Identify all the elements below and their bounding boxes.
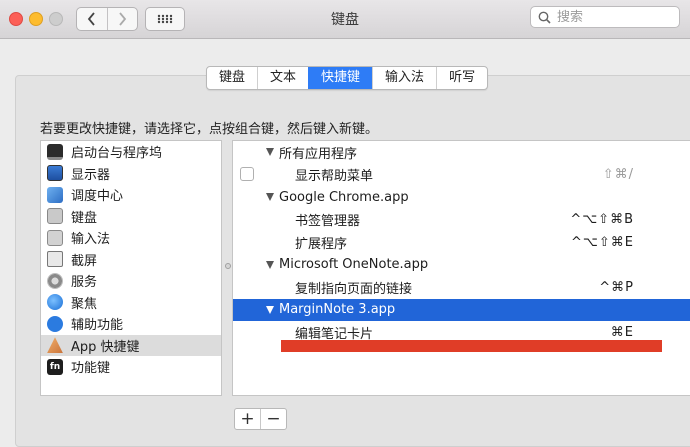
- shortcut-row[interactable]: 复制指向页面的链接 ^⌘P: [233, 276, 690, 299]
- category-item[interactable]: 聚焦: [41, 292, 221, 314]
- display-icon: [47, 165, 63, 182]
- category-label: 调度中心: [71, 189, 124, 205]
- title-bar: 键盘: [0, 0, 690, 39]
- category-item[interactable]: 辅助功能: [41, 313, 221, 335]
- disclosure-triangle-icon[interactable]: [266, 148, 274, 156]
- category-item[interactable]: App 快捷键: [41, 334, 221, 356]
- shortcut-checkbox[interactable]: [240, 166, 254, 181]
- add-shortcut-button[interactable]: +: [235, 409, 260, 429]
- category-label: 辅助功能: [71, 318, 124, 334]
- tab-3[interactable]: 输入法: [372, 67, 436, 89]
- search-icon: [538, 11, 551, 24]
- accessibility-icon: [47, 315, 63, 332]
- key-combo[interactable]: ^⌥⇧⌘B: [570, 212, 634, 227]
- tab-0[interactable]: 键盘: [207, 67, 257, 89]
- shortcut-label: 编辑笔记卡片: [295, 326, 374, 342]
- app-group-row[interactable]: 所有应用程序: [233, 141, 690, 164]
- instruction-text: 若要更改快捷键，请选择它，点按组合键，然后键入新键。: [40, 122, 379, 137]
- search-box[interactable]: [530, 6, 680, 28]
- shortcut-list[interactable]: 所有应用程序显示帮助菜单 ⇧⌘/ Google Chrome.app 书签管理器 ^⌥⇧…: [232, 140, 690, 396]
- app-group-row[interactable]: Google Chrome.app: [233, 186, 690, 209]
- input-source-icon: [47, 229, 63, 246]
- key-combo[interactable]: ⌘E: [611, 325, 634, 340]
- disclosure-triangle-icon[interactable]: [266, 193, 274, 201]
- spotlight-icon: [47, 294, 63, 311]
- shortcut-label: Google Chrome.app: [279, 189, 409, 205]
- shortcut-label: Microsoft OneNote.app: [279, 257, 429, 273]
- key-combo[interactable]: ⇧⌘/: [603, 167, 634, 182]
- category-label: 聚焦: [71, 296, 98, 312]
- category-item[interactable]: 截屏: [41, 249, 221, 271]
- remove-shortcut-button[interactable]: −: [260, 409, 286, 429]
- add-remove-buttons: + −: [234, 408, 287, 430]
- app-group-row[interactable]: MarginNote 3.app: [233, 298, 690, 321]
- keyboard-icon: [47, 208, 63, 225]
- category-label: 键盘: [71, 210, 98, 226]
- fn-key-icon: fn: [47, 358, 63, 375]
- launchpad-dock-icon: [47, 143, 63, 160]
- key-combo[interactable]: ^⌥⇧⌘E: [571, 235, 634, 250]
- mission-control-icon: [47, 186, 63, 203]
- category-list[interactable]: 启动台与程序坞 显示器调度中心键盘输入法截屏服务聚焦辅助功能 App 快捷键 fn 功能…: [40, 140, 222, 396]
- category-item[interactable]: 显示器: [41, 163, 221, 185]
- category-label: 服务: [71, 275, 98, 291]
- shortcut-label: 所有应用程序: [279, 146, 358, 162]
- disclosure-triangle-icon[interactable]: [266, 260, 274, 269]
- app-group-row[interactable]: Microsoft OneNote.app: [233, 254, 690, 277]
- key-combo[interactable]: ^⌘P: [599, 280, 634, 295]
- category-item[interactable]: 服务: [41, 270, 221, 292]
- category-item[interactable]: 输入法: [41, 227, 221, 249]
- category-label: App 快捷键: [71, 339, 140, 355]
- app-shortcuts-icon: [47, 337, 63, 354]
- search-input[interactable]: [555, 8, 669, 26]
- splitter-handle[interactable]: [225, 263, 231, 269]
- tab-bar: 键盘 文本 快捷键 输入法 听写: [206, 66, 489, 90]
- services-gear-icon: [47, 272, 63, 289]
- category-item[interactable]: 启动台与程序坞: [41, 141, 221, 163]
- shortcut-row[interactable]: 书签管理器 ^⌥⇧⌘B: [233, 209, 690, 232]
- category-label: 显示器: [71, 167, 111, 183]
- tab-4[interactable]: 听写: [436, 67, 487, 89]
- category-item[interactable]: 键盘: [41, 206, 221, 228]
- shortcut-label: 书签管理器: [295, 214, 361, 230]
- category-label: 启动台与程序坞: [71, 146, 163, 162]
- screenshot-icon: [47, 251, 63, 268]
- category-label: 输入法: [71, 232, 111, 248]
- category-label: 功能键: [71, 361, 111, 377]
- shortcut-row[interactable]: 显示帮助菜单 ⇧⌘/: [233, 164, 690, 187]
- tab-1[interactable]: 文本: [257, 67, 308, 89]
- shortcut-label: 复制指向页面的链接: [295, 281, 413, 297]
- category-label: 截屏: [71, 253, 98, 269]
- redaction-bar: [281, 340, 662, 352]
- shortcut-label: MarginNote 3.app: [279, 302, 396, 318]
- disclosure-triangle-icon[interactable]: [266, 305, 274, 314]
- shortcut-label: 扩展程序: [295, 236, 348, 252]
- shortcut-label: 显示帮助菜单: [295, 169, 374, 185]
- category-item[interactable]: 调度中心: [41, 184, 221, 206]
- category-item[interactable]: fn 功能键: [41, 356, 221, 378]
- shortcut-row[interactable]: 扩展程序 ^⌥⇧⌘E: [233, 231, 690, 254]
- tab-2[interactable]: 快捷键: [308, 67, 373, 89]
